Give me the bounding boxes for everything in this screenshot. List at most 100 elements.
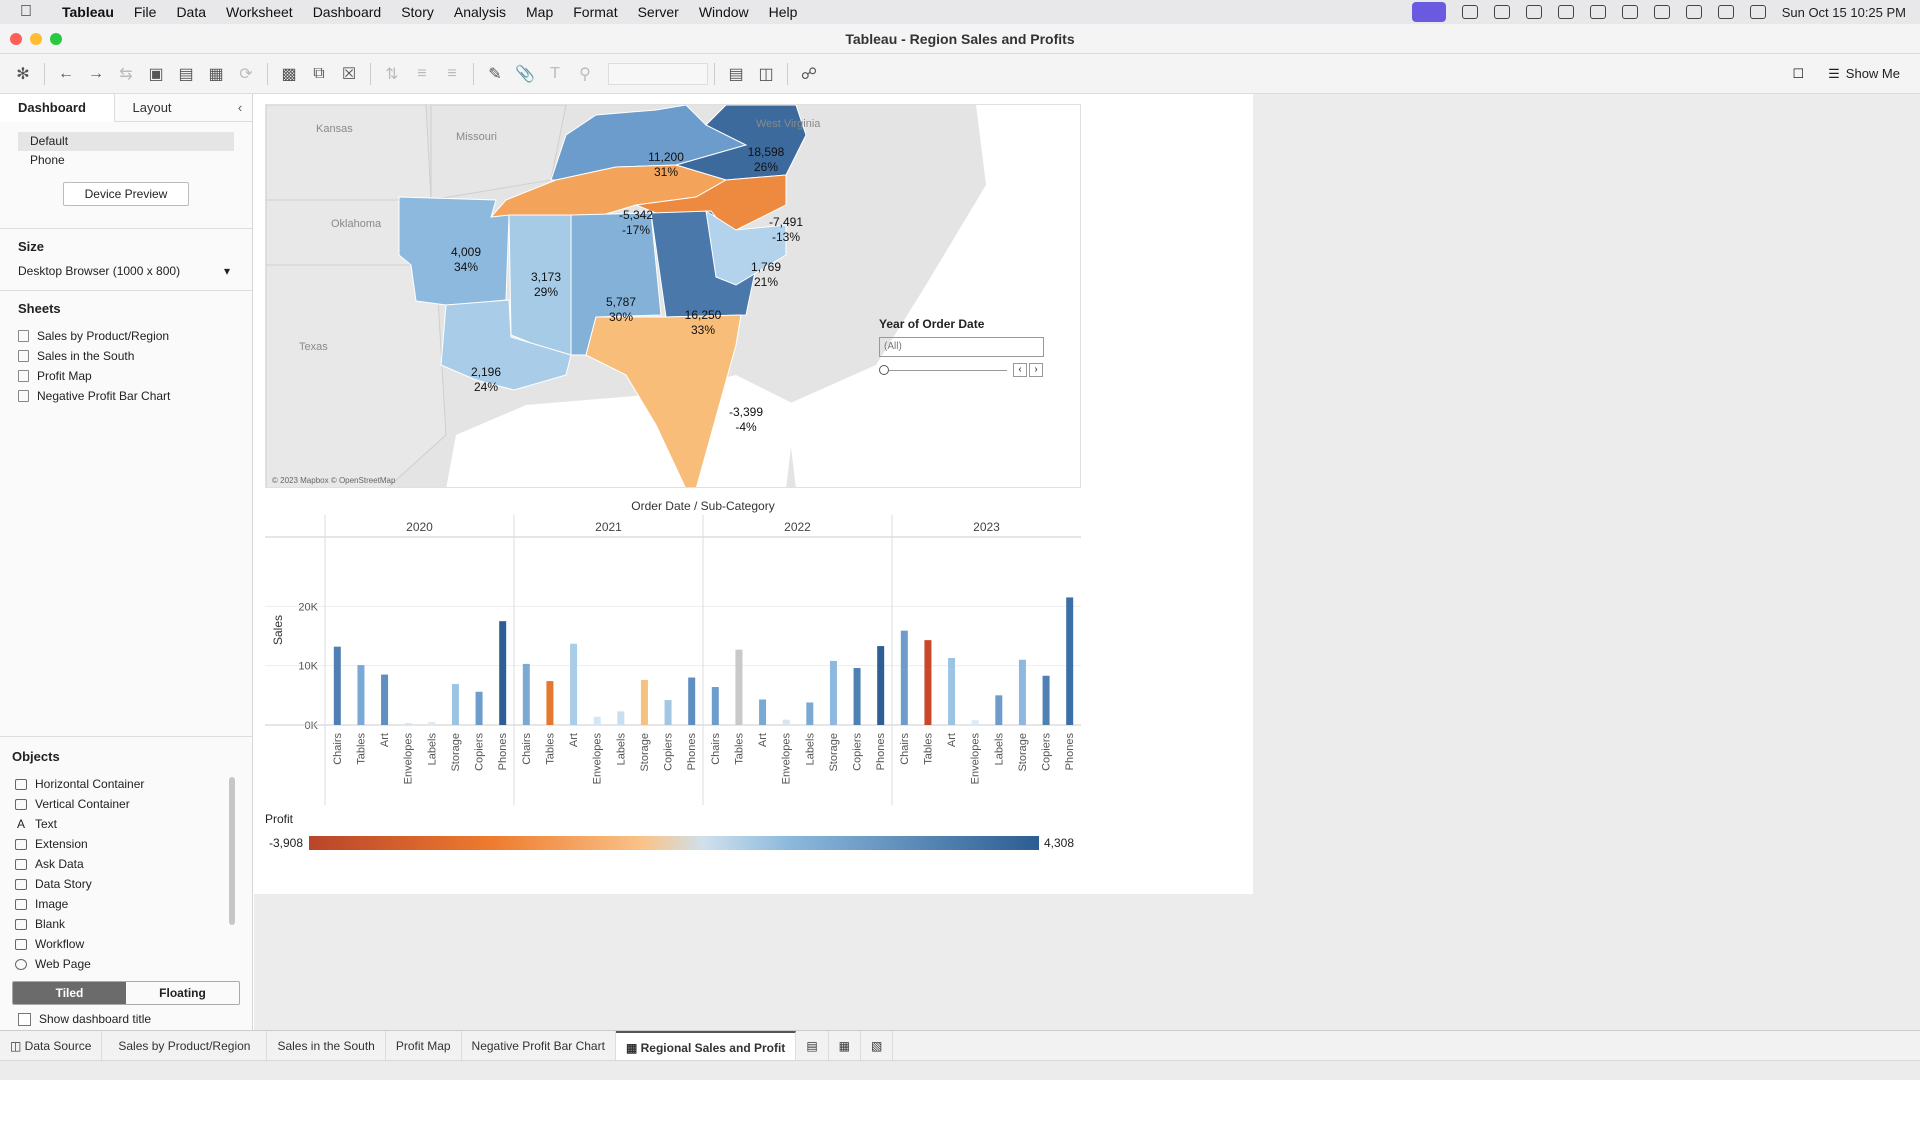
sales-bar[interactable] — [664, 700, 672, 725]
sales-bar[interactable] — [877, 646, 885, 725]
close-window-button[interactable] — [10, 33, 22, 45]
pin-icon[interactable]: ⚲ — [570, 60, 600, 88]
status-app-icon[interactable] — [1461, 5, 1478, 19]
sales-bar[interactable] — [995, 695, 1003, 725]
tab-negative-profit-bar-chart[interactable]: Negative Profit Bar Chart — [462, 1030, 616, 1061]
menu-server[interactable]: Server — [628, 4, 689, 20]
sales-bar[interactable] — [1066, 597, 1074, 725]
menu-format[interactable]: Format — [563, 4, 627, 20]
menu-analysis[interactable]: Analysis — [444, 4, 516, 20]
sales-bar[interactable] — [640, 679, 648, 725]
object-web-page[interactable]: Web Page — [12, 954, 253, 974]
new-story-tab-icon[interactable]: ▧ — [861, 1030, 894, 1061]
sales-bar[interactable] — [711, 687, 719, 725]
zoom-window-button[interactable] — [50, 33, 62, 45]
battery-icon[interactable] — [1653, 5, 1670, 19]
replay-icon[interactable]: ⇆ — [111, 60, 141, 88]
object-workflow[interactable]: Workflow — [12, 934, 253, 954]
fit-dropdown[interactable] — [608, 62, 708, 85]
menu-dashboard[interactable]: Dashboard — [303, 4, 392, 20]
device-preview-button[interactable]: Device Preview — [63, 182, 189, 206]
device-default[interactable]: Default — [18, 132, 234, 151]
sales-bar[interactable] — [948, 657, 956, 725]
sales-bar[interactable] — [404, 723, 412, 725]
object-image[interactable]: Image — [12, 894, 253, 914]
floating-button[interactable]: Floating — [126, 982, 239, 1004]
sales-bar[interactable] — [971, 720, 979, 725]
redo-icon[interactable]: → — [81, 60, 111, 88]
sales-bar[interactable] — [522, 663, 530, 725]
status-app-icon-2[interactable] — [1493, 5, 1510, 19]
object-data-story[interactable]: Data Story — [12, 874, 253, 894]
sales-bar[interactable] — [688, 677, 696, 725]
sales-bar[interactable] — [806, 702, 814, 725]
highlight-icon[interactable]: ✎ — [480, 60, 510, 88]
object-text[interactable]: A Text — [12, 814, 253, 834]
object-horizontal-container[interactable]: Horizontal Container — [12, 774, 253, 794]
pause-updates-icon[interactable]: ▦ — [201, 60, 231, 88]
menubar-clock[interactable]: Sun Oct 15 10:25 PM — [1782, 5, 1906, 20]
sheet-item[interactable]: Sales by Product/Region — [18, 326, 234, 346]
menu-story[interactable]: Story — [391, 4, 444, 20]
menu-worksheet[interactable]: Worksheet — [216, 4, 303, 20]
tab-sales-in-the-south[interactable]: Sales in the South — [267, 1030, 386, 1061]
wifi-icon[interactable] — [1685, 5, 1702, 19]
minimize-window-button[interactable] — [30, 33, 42, 45]
sales-bar[interactable] — [499, 621, 507, 725]
tab-layout[interactable]: Layout — [115, 94, 229, 122]
sales-bar[interactable] — [357, 665, 365, 725]
menu-map[interactable]: Map — [516, 4, 563, 20]
sheet-item[interactable]: Sales in the South — [18, 346, 234, 366]
sales-bar[interactable] — [782, 719, 790, 725]
new-data-source-icon[interactable]: ▤ — [171, 60, 201, 88]
sort-descending-icon[interactable]: ≡ — [437, 60, 467, 88]
sales-bar-chart[interactable]: Order Date / Sub-Category Sales 0K 10K 20K 20… — [265, 495, 1081, 807]
filter-value-input[interactable]: (All) — [879, 337, 1044, 357]
collapse-panel-icon[interactable]: ‹ — [228, 100, 252, 115]
tiled-button[interactable]: Tiled — [13, 982, 126, 1004]
play-icon[interactable] — [1589, 5, 1606, 19]
tab-sales-by-product-region[interactable]: Sales by Product/Region — [102, 1030, 268, 1061]
size-dropdown[interactable]: Desktop Browser (1000 x 800) ▾ — [18, 264, 234, 278]
tab-regional-sales-and-profit[interactable]: ▦ Regional Sales and Profit — [615, 1030, 797, 1061]
sales-bar[interactable] — [333, 646, 341, 725]
objects-scrollbar[interactable] — [229, 777, 235, 925]
sales-bar[interactable] — [900, 630, 908, 725]
slider-knob[interactable] — [879, 364, 889, 375]
tableau-logo-icon[interactable]: ✻ — [8, 60, 38, 88]
sales-bar[interactable] — [617, 711, 625, 725]
menu-window[interactable]: Window — [689, 4, 759, 20]
device-phone[interactable]: Phone — [18, 151, 234, 170]
sheet-item[interactable]: Profit Map — [18, 366, 234, 386]
sales-bar[interactable] — [1042, 675, 1050, 725]
show-me-button[interactable]: ☐ ☰ Show Me — [1792, 66, 1900, 82]
tab-profit-map[interactable]: Profit Map — [386, 1030, 462, 1061]
object-blank[interactable]: Blank — [12, 914, 253, 934]
tab-data-source[interactable]: ◫ Data Source — [0, 1030, 103, 1061]
sales-bar[interactable] — [759, 699, 767, 725]
sales-bar[interactable] — [475, 691, 483, 725]
filter-slider[interactable]: ‹ › — [879, 363, 1049, 377]
sales-bar[interactable] — [593, 716, 601, 725]
object-vertical-container[interactable]: Vertical Container — [12, 794, 253, 814]
show-title-checkbox[interactable]: Show dashboard title — [18, 1012, 151, 1026]
new-dashboard-tab-icon[interactable]: ▦ — [829, 1030, 861, 1061]
sales-bar[interactable] — [829, 660, 837, 725]
menu-data[interactable]: Data — [166, 4, 216, 20]
control-center-icon[interactable] — [1749, 5, 1766, 19]
new-worksheet-icon[interactable]: ▩ — [274, 60, 304, 88]
object-extension[interactable]: Extension — [12, 834, 253, 854]
sales-bar[interactable] — [451, 684, 459, 725]
bluetooth-icon[interactable] — [1621, 5, 1638, 19]
sales-bar[interactable] — [1018, 659, 1026, 725]
clip-icon[interactable] — [1525, 5, 1542, 19]
new-worksheet-tab-icon[interactable]: ▤ — [796, 1030, 829, 1061]
menu-help[interactable]: Help — [759, 4, 808, 20]
sales-bar[interactable] — [546, 681, 554, 725]
format-painter-icon[interactable]: ☐ — [1792, 66, 1804, 82]
sales-bar[interactable] — [924, 640, 932, 725]
volume-icon[interactable] — [1557, 5, 1574, 19]
slider-track[interactable] — [879, 364, 1007, 375]
sales-bar[interactable] — [735, 649, 743, 725]
menu-file[interactable]: File — [124, 4, 167, 20]
